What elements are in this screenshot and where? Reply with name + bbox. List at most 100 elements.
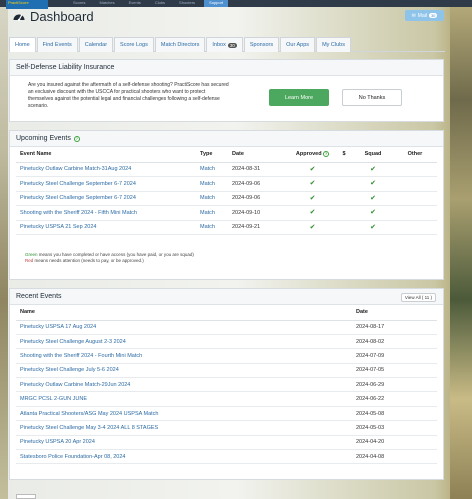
approved-check-icon: ✔ <box>309 194 316 202</box>
event-link[interactable]: Pinetucky Steel Challenge July 5-6 2024 <box>20 367 119 373</box>
table-row: Shooting with the Sheriff 2024 - Fifth M… <box>16 205 437 221</box>
col-other: Other <box>393 147 437 163</box>
recent-events-header: Recent Events View All ( 11 ) <box>10 289 443 305</box>
table-row: Shooting with the Sheriff 2024 - Fourth … <box>16 348 437 364</box>
event-date: 2024-05-03 <box>352 420 437 436</box>
tab-my-clubs[interactable]: My Clubs <box>316 37 351 52</box>
tab-home[interactable]: Home <box>9 37 36 52</box>
event-date: 2024-07-05 <box>352 363 437 379</box>
tab-label: Inbox <box>212 42 226 48</box>
tab-score-logs[interactable]: Score Logs <box>114 37 154 52</box>
col-date: Date <box>228 147 290 163</box>
recent-events-table: Name Date Pinetucky USPSA 17 Aug 2024 202… <box>16 305 437 465</box>
event-date: 2024-09-10 <box>228 205 290 221</box>
event-date: 2024-08-02 <box>352 334 437 350</box>
event-link[interactable]: MRGC PCSL 2-GUN JUNE <box>20 396 87 402</box>
col-date: Date <box>352 305 437 321</box>
event-link[interactable]: Statesboro Police Foundation-Apr 08, 202… <box>20 454 126 460</box>
table-row: Atlanta Practical Shooters/ASG May 2024 … <box>16 406 437 422</box>
table-header-row: Name Date <box>16 305 437 321</box>
event-date: 2024-06-22 <box>352 391 437 407</box>
legend-green-word: Green <box>25 252 38 257</box>
event-link[interactable]: Pinetucky Steel Challenge September 6-7 … <box>20 181 136 187</box>
no-thanks-button[interactable]: No Thanks <box>342 89 402 106</box>
top-nav-matches[interactable]: Matches <box>94 0 119 7</box>
help-icon[interactable]: ? <box>73 135 80 142</box>
event-link[interactable]: Pinetucky USPSA 20 Apr 2024 <box>20 439 95 445</box>
event-date: 2024-09-21 <box>228 220 290 235</box>
top-nav-scores[interactable]: Scores <box>68 0 90 7</box>
insurance-card-header: Self-Defense Liability Insurance <box>10 60 443 76</box>
event-date: 2024-08-17 <box>352 320 437 335</box>
event-type-link[interactable]: Match <box>200 224 215 230</box>
event-link[interactable]: Shooting with the Sheriff 2024 - Fifth M… <box>20 210 137 216</box>
top-nav-events[interactable]: Events <box>124 0 146 7</box>
squad-check-icon: ✔ <box>370 223 376 231</box>
tab-label: Calendar <box>84 42 108 48</box>
insurance-text: Are you insured against the aftermath of… <box>28 82 229 109</box>
event-link[interactable]: Pinetucky Steel Challenge August 2-3 202… <box>20 339 126 345</box>
inbox-count-badge: 30 <box>227 42 237 48</box>
tab-label: Match Directors <box>160 42 200 48</box>
table-row: Pinetucky USPSA 20 Apr 2024 2024-04-20 <box>16 435 437 451</box>
legend-green-text: means you have completed or have access … <box>37 252 194 257</box>
col-fee: $ <box>335 147 353 163</box>
table-row: Pinetucky Steel Challenge September 6-7 … <box>16 176 437 192</box>
event-link[interactable]: Pinetucky Steel Challenge May 3-4 2024 A… <box>20 425 158 431</box>
event-type-link[interactable]: Match <box>200 166 215 172</box>
event-type-link[interactable]: Match <box>200 210 215 216</box>
tab-inbox[interactable]: Inbox 30 <box>206 37 243 52</box>
tab-label: Score Logs <box>120 42 148 48</box>
approved-check-icon: ✔ <box>309 223 316 231</box>
page-title-text: Dashboard <box>30 9 94 24</box>
upcoming-events-header: Upcoming Events ? <box>10 131 443 147</box>
col-event-name: Event Name <box>16 147 196 163</box>
top-nav-clubs[interactable]: Clubs <box>150 0 170 7</box>
tab-find-events[interactable]: Find Events <box>36 37 78 52</box>
tab-label: Sponsors <box>249 42 274 48</box>
event-date: 2024-09-06 <box>228 191 290 206</box>
background-left <box>0 0 8 499</box>
event-link[interactable]: Pinetucky USPSA 21 Sep 2024 <box>20 224 96 230</box>
tab-match-directors[interactable]: Match Directors <box>154 37 206 52</box>
col-name: Name <box>16 305 352 321</box>
squad-check-icon: ✔ <box>370 209 376 217</box>
event-link[interactable]: Pinetucky Outlaw Carbine Match-29Jun 202… <box>20 382 130 388</box>
learn-more-button[interactable]: Learn More <box>269 89 329 106</box>
table-row: Pinetucky Steel Challenge September 6-7 … <box>16 191 437 206</box>
event-type-link[interactable]: Match <box>200 195 215 201</box>
table-row: Pinetucky USPSA 21 Sep 2024 Match 2024-0… <box>16 220 437 235</box>
tab-label: My Clubs <box>322 42 345 48</box>
mail-button[interactable]: ✉ Mail 30 <box>405 10 444 21</box>
status-legend: Green means you have completed or have a… <box>25 252 194 264</box>
event-link[interactable]: Pinetucky Steel Challenge September 6-7 … <box>20 195 136 201</box>
tab-label: Our Apps <box>286 42 310 48</box>
event-link[interactable]: Pinetucky USPSA 17 Aug 2024 <box>20 324 96 330</box>
table-row: Statesboro Police Foundation-Apr 08, 202… <box>16 449 437 465</box>
view-all-button[interactable]: View All ( 11 ) <box>400 293 436 302</box>
approved-check-icon: ✔ <box>309 209 316 217</box>
approved-check-icon: ✔ <box>309 165 316 173</box>
upcoming-events-card: Upcoming Events ? Event Name Type Date A… <box>9 130 444 280</box>
tab-our-apps[interactable]: Our Apps <box>280 37 316 52</box>
upcoming-events-table: Event Name Type Date Approved ? $ Squad … <box>16 147 437 235</box>
table-header-row: Event Name Type Date Approved ? $ Squad … <box>16 147 437 163</box>
top-nav-shooters[interactable]: Shooters <box>174 0 200 7</box>
table-row: Pinetucky Steel Challenge July 5-6 2024 2… <box>16 363 437 379</box>
squad-check-icon: ✔ <box>370 180 376 188</box>
approved-help-icon[interactable]: ? <box>323 151 330 158</box>
event-link[interactable]: Shooting with the Sheriff 2024 - Fourth … <box>20 353 142 359</box>
dashboard-header: Dashboard ✉ Mail 30 <box>10 8 444 26</box>
event-type-link[interactable]: Match <box>200 181 215 187</box>
upcoming-events-title: Upcoming Events <box>16 135 71 142</box>
tab-sponsors[interactable]: Sponsors <box>243 37 280 52</box>
event-link[interactable]: Atlanta Practical Shooters/ASG May 2024 … <box>20 411 158 417</box>
footer-input[interactable] <box>16 494 36 499</box>
top-nav-support[interactable]: Support <box>204 0 229 7</box>
tab-calendar[interactable]: Calendar <box>78 37 114 52</box>
table-row: Pinetucky Outlaw Carbine Match-29Jun 202… <box>16 377 437 393</box>
page-title: Dashboard <box>12 9 94 24</box>
event-link[interactable]: Pinetucky Outlaw Carbine Match-31Aug 202… <box>20 166 131 172</box>
tab-label: Find Events <box>42 42 72 48</box>
event-date: 2024-04-20 <box>352 435 437 451</box>
